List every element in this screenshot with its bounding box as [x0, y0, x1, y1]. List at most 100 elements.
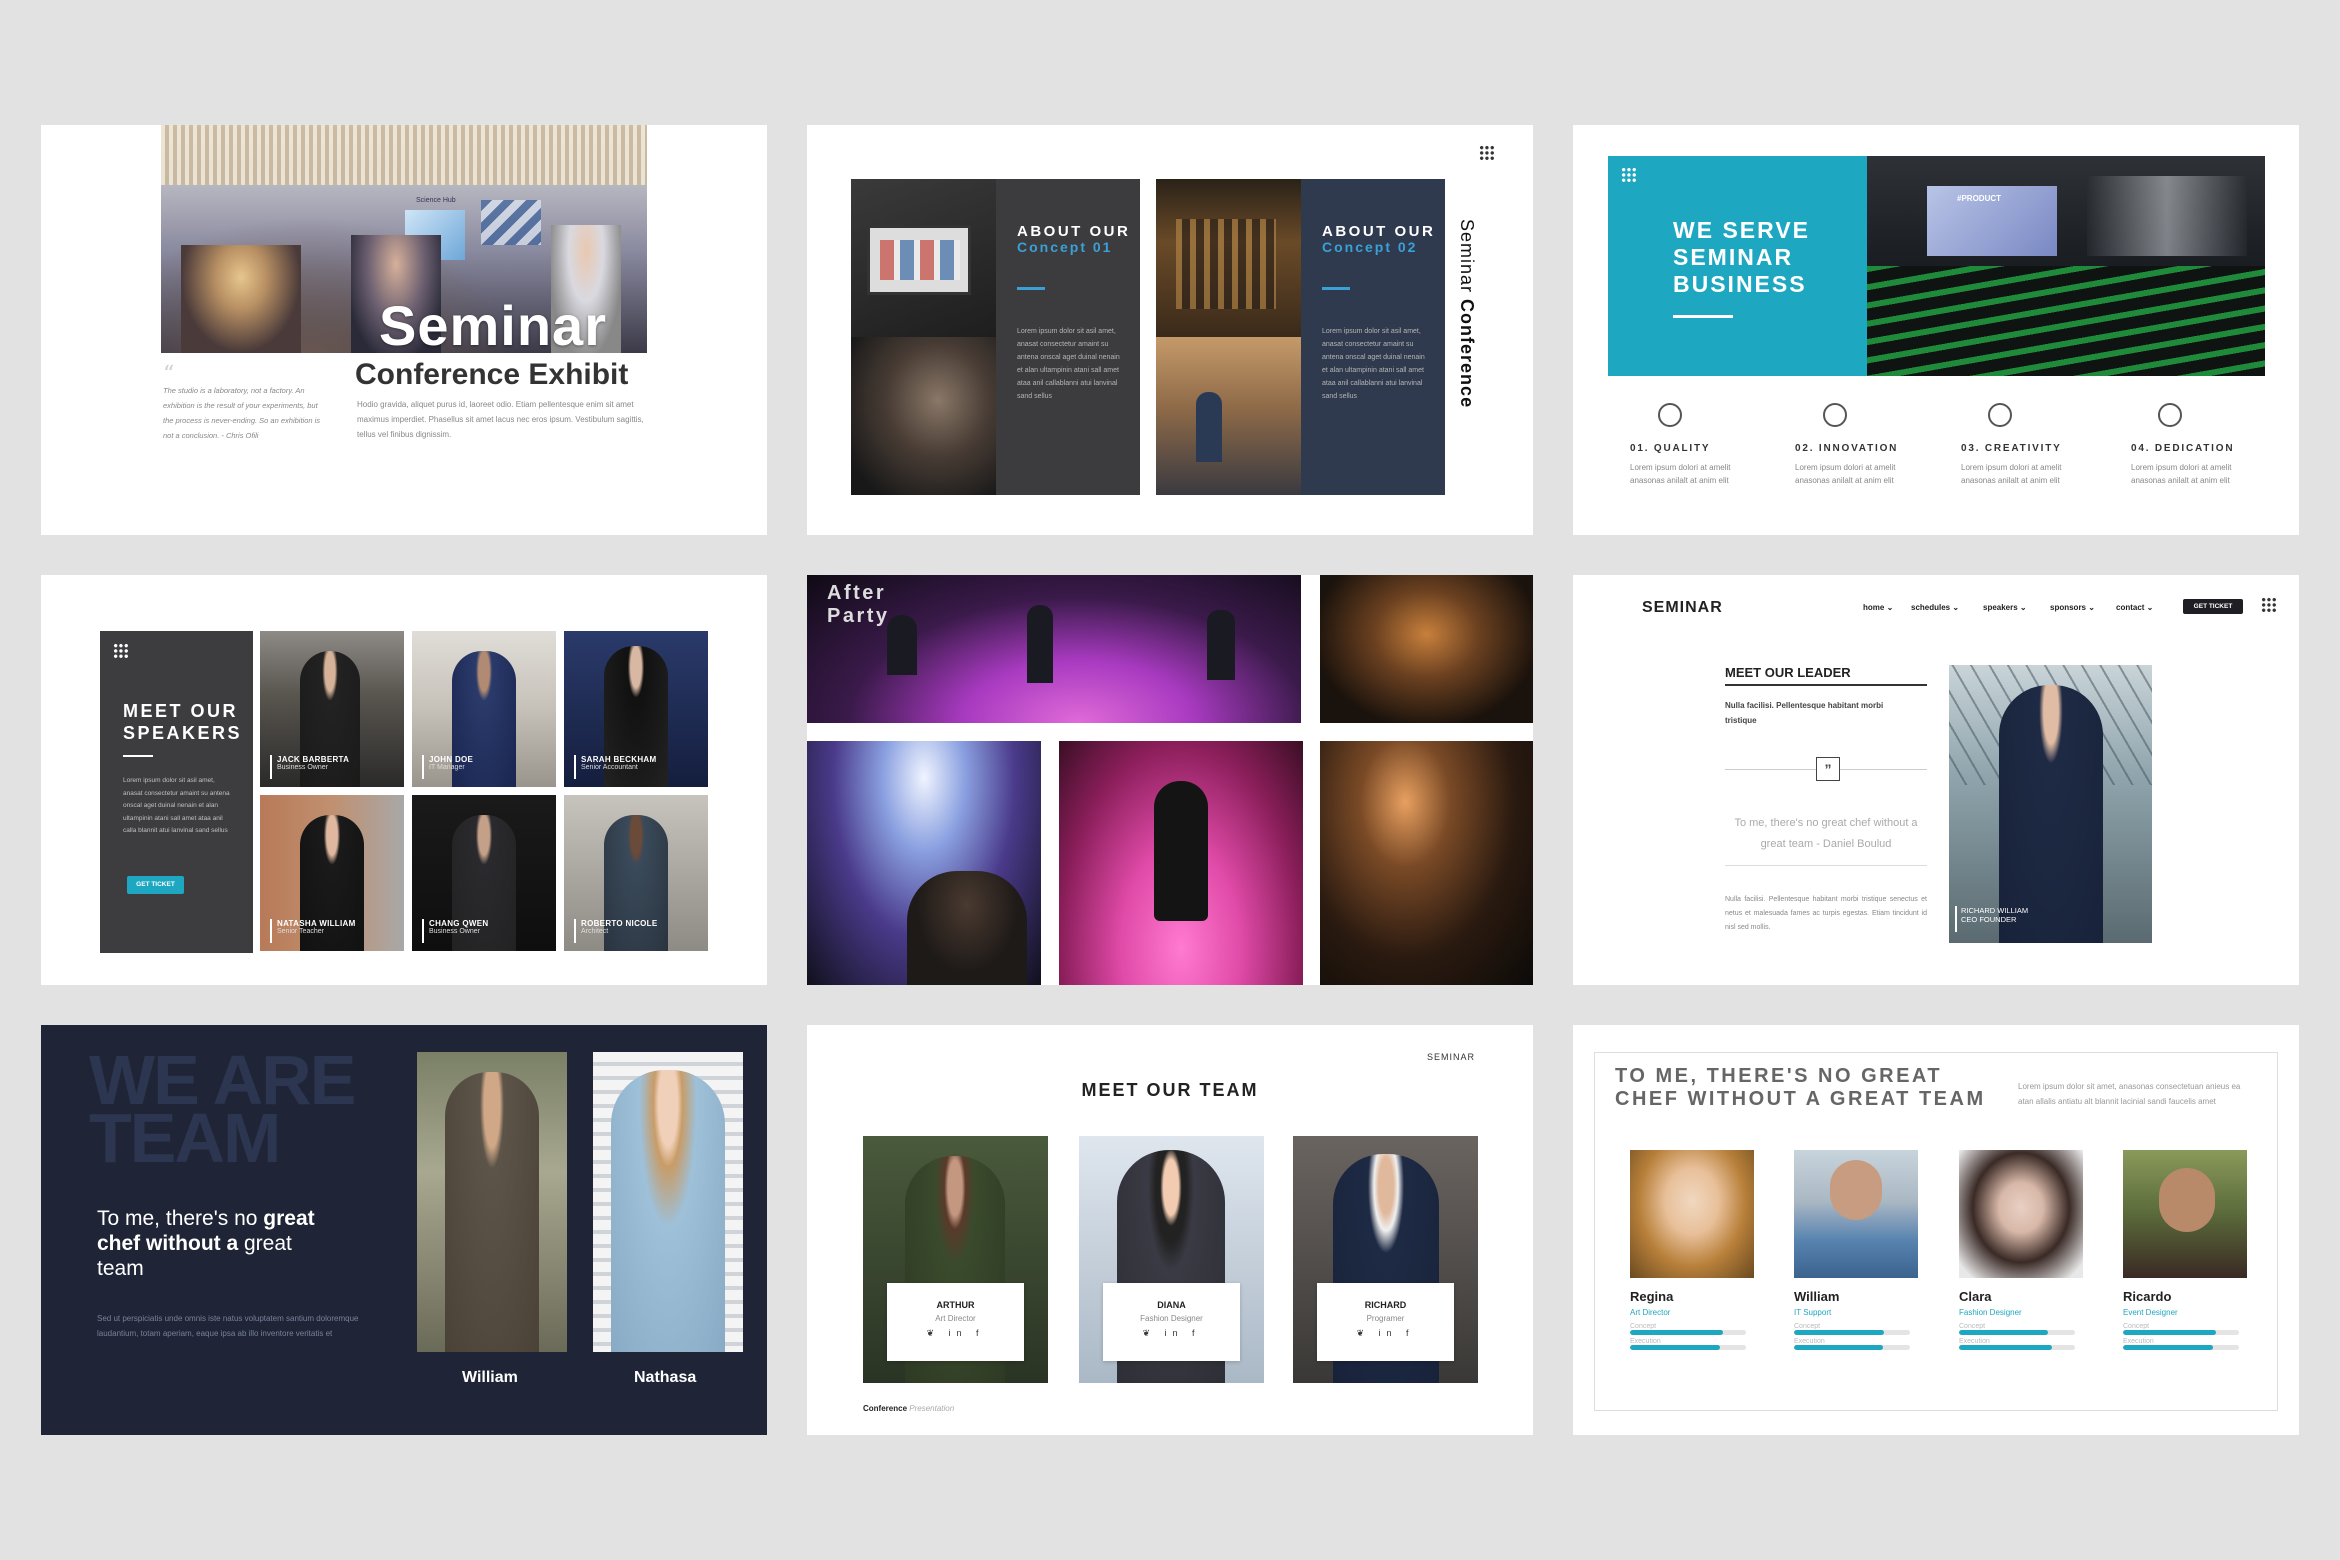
slide-title: MEET OUR TEAM	[1081, 1080, 1259, 1100]
person-name: William	[462, 1369, 518, 1386]
band-photo	[1320, 575, 1533, 723]
nav-speakers[interactable]: speakers ⌄	[1983, 603, 2027, 612]
caption-bar	[270, 755, 272, 779]
slide-about-our-concept[interactable]: ABOUT OUR Concept 01 Lorem ipsum dolor s…	[807, 125, 1533, 535]
team-body: Sed ut perspiciatis unde omnis iste natu…	[97, 1314, 359, 1338]
bulb-icon	[1988, 403, 2012, 427]
concept-progress-bar	[2123, 1330, 2239, 1335]
feature-label-creativity: 03. CREATIVITY	[1961, 443, 2062, 454]
get-ticket-button[interactable]: GET TICKET	[2183, 599, 2243, 614]
social-icons: ❦ in f	[1356, 1328, 1415, 1338]
thumbs-up-icon	[1658, 403, 1682, 427]
right-wall	[2087, 176, 2247, 256]
section-title: MEET OUR LEADER	[1725, 665, 1851, 680]
audience-photo	[851, 337, 996, 495]
regina-photo	[1630, 1150, 1754, 1278]
slide-meet-our-team[interactable]: SEMINAR MEET OUR TEAM ARTHUR Art Directo…	[807, 1025, 1533, 1435]
nav-contact[interactable]: contact ⌄	[2116, 603, 2153, 612]
skill-bars: Concept Execution	[1959, 1323, 2075, 1350]
nav-home[interactable]: home ⌄	[1863, 603, 1893, 612]
lightbulb-head-icon	[1823, 403, 1847, 427]
brand-logo[interactable]: SEMINAR	[1642, 599, 1723, 617]
fireworks-photo	[1320, 741, 1533, 985]
ricardo-photo	[2123, 1150, 2247, 1278]
gears-icon	[2158, 403, 2182, 427]
feature-text-quality: Lorem ipsum dolori at amelit anasonas an…	[1630, 463, 1731, 485]
green-seats	[1867, 266, 2265, 376]
execution-progress-bar	[1794, 1345, 1910, 1350]
pink-smoke-photo	[1059, 741, 1303, 985]
slide-seminar-conference-exhibit[interactable]: Science Hub Seminar Conference Exhibit “…	[41, 125, 767, 535]
nav-sponsors[interactable]: sponsors ⌄	[2050, 603, 2095, 612]
get-ticket-button[interactable]: GET TICKET	[127, 876, 184, 894]
nav-schedules[interactable]: schedules ⌄	[1911, 603, 1959, 612]
slide-great-team[interactable]: TO ME, THERE'S NO GREAT CHEF WITHOUT A G…	[1573, 1025, 2299, 1435]
speaker-caption: JACK BARBERTA Business Owner	[277, 755, 350, 771]
restaurant-photo	[1156, 179, 1301, 337]
member-card: DIANA Fashion Designer ❦ in f	[1103, 1283, 1240, 1361]
dots-grid-icon	[1479, 145, 1495, 161]
concept-body-1: Lorem ipsum dolor sit asil amet, anasat …	[1017, 328, 1120, 400]
feature-text-creativity: Lorem ipsum dolori at amelit anasonas an…	[1961, 463, 2062, 485]
concept-sub-2: Concept 02	[1322, 239, 1418, 255]
leader-caption: RICHARD WILLIAM CEO FOUNDER	[1961, 906, 2029, 924]
social-icons: ❦ in f	[926, 1328, 985, 1338]
member-card: ARTHUR Art Director ❦ in f	[887, 1283, 1024, 1361]
member-name: Regina	[1630, 1289, 1674, 1304]
feature-label-innovation: 02. INNOVATION	[1795, 443, 1899, 454]
clara-photo	[1959, 1150, 2083, 1278]
concept-progress-bar	[1959, 1330, 2075, 1335]
slide-title: TO ME, THERE'S NO GREAT CHEF WITHOUT A G…	[1615, 1065, 1986, 1110]
concept-sub-1: Concept 01	[1017, 239, 1113, 255]
speaker-caption: ROBERTO NICOLE Architect	[581, 919, 658, 935]
slide-meet-our-speakers[interactable]: MEET OUR SPEAKERS Lorem ipsum dolor sit …	[41, 575, 767, 985]
leader-photo: RICHARD WILLIAM CEO FOUNDER	[1949, 665, 2152, 943]
slide-we-are-team[interactable]: WE ARE TEAM To me, there's no great chef…	[41, 1025, 767, 1435]
auditorium-photo: #PRODUCT	[1867, 156, 2265, 376]
body-text: Hodio gravida, aliquet purus id, laoreet…	[357, 400, 644, 439]
skill-bars: Concept Execution	[2123, 1323, 2239, 1350]
member-role: Event Designer	[2123, 1308, 2178, 1317]
slide-meet-our-leader[interactable]: SEMINAR home ⌄ schedules ⌄ speakers ⌄ sp…	[1573, 575, 2299, 985]
dots-grid-icon	[113, 643, 129, 659]
speaker-caption: CHANG QWEN Business Owner	[429, 919, 489, 935]
member-name: Clara	[1959, 1289, 1992, 1304]
member-role: Fashion Designer	[1959, 1308, 2022, 1317]
william-photo	[417, 1052, 567, 1352]
feature-label-dedication: 04. DEDICATION	[2131, 443, 2235, 454]
slide-we-serve[interactable]: WE SERVE SEMINAR BUSINESS #PRODUCT 01. Q…	[1573, 125, 2299, 535]
ceiling-slats	[161, 125, 647, 185]
skill-bars: Concept Execution	[1630, 1323, 1746, 1350]
concept-body-2: Lorem ipsum dolor sit asil amet, anasat …	[1322, 328, 1425, 400]
concept-panel-2: ABOUT OUR Concept 02 Lorem ipsum dolor s…	[1301, 179, 1445, 495]
feature-text-dedication: Lorem ipsum dolori at amelit anasonas an…	[2131, 463, 2232, 485]
person-name: Nathasa	[634, 1369, 697, 1386]
caption-bar	[422, 919, 424, 943]
title-underline	[1673, 315, 1733, 318]
caption-bar	[422, 755, 424, 779]
slide-after-party[interactable]: After Party	[807, 575, 1533, 985]
concept-progress-bar	[1794, 1330, 1910, 1335]
leader-body: Nulla facilisi. Pellentesque habitant mo…	[1725, 896, 1927, 931]
title-underline	[123, 755, 153, 757]
slide-title: MEET OUR SPEAKERS	[123, 701, 243, 743]
member-role: IT Support	[1794, 1308, 1832, 1317]
william-photo	[1794, 1150, 1918, 1278]
execution-progress-bar	[2123, 1345, 2239, 1350]
dots-grid-icon	[2261, 597, 2277, 613]
arthur-photo: ARTHUR Art Director ❦ in f	[863, 1136, 1048, 1383]
dots-grid-icon	[1621, 167, 1637, 183]
projection-screen: #PRODUCT	[1927, 186, 2057, 256]
social-icons: ❦ in f	[1142, 1328, 1201, 1338]
title-underline	[1725, 684, 1927, 686]
audience-woman	[181, 245, 301, 353]
accent-line	[1322, 287, 1350, 290]
dj-photo	[807, 741, 1041, 985]
brand-label: SEMINAR	[1427, 1052, 1476, 1062]
divider	[1725, 865, 1927, 866]
feature-text-innovation: Lorem ipsum dolori at amelit anasonas an…	[1795, 463, 1896, 485]
talk-photo	[1156, 337, 1301, 495]
vertical-caption: Seminar Conference	[1457, 219, 1477, 409]
skill-bars: Concept Execution	[1794, 1323, 1910, 1350]
caption-bar	[270, 919, 272, 943]
